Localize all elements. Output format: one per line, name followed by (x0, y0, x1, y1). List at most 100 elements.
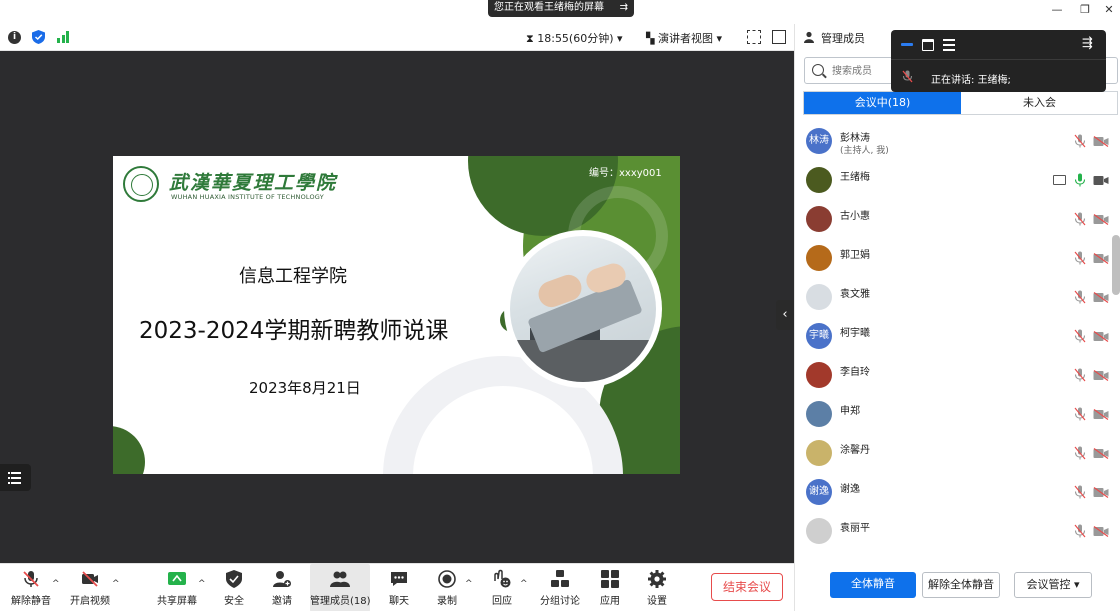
mic-off-icon[interactable] (1074, 134, 1086, 148)
mic-off-icon[interactable] (1074, 251, 1086, 265)
record-button[interactable]: 录制 (432, 564, 462, 611)
info-icon[interactable]: i (8, 31, 21, 44)
unmute-button[interactable]: 解除静音 (8, 564, 54, 611)
settings-label: 设置 (647, 596, 667, 607)
meeting-control-button[interactable]: 会议管控 ▾ (1014, 572, 1092, 598)
minimize-button[interactable]: — (1049, 3, 1065, 16)
scrollbar[interactable] (1112, 235, 1120, 295)
hourglass-icon: ⧗ (526, 32, 534, 45)
apps-button[interactable]: 应用 (595, 564, 625, 611)
sidebar-toggle-icon[interactable] (772, 30, 786, 44)
camera-on-icon[interactable] (1093, 175, 1109, 186)
member-row[interactable]: 林涛 彭林涛 (主持人, 我) (795, 123, 1120, 162)
school-name-en: WUHAN HUAXIA INSTITUTE OF TECHNOLOGY (171, 193, 324, 201)
list-icon[interactable] (943, 39, 955, 51)
share-banner-text: 您正在观看王绪梅的屏幕 (494, 2, 604, 13)
chat-button[interactable]: 聊天 (384, 564, 414, 611)
chevron-up-icon[interactable]: ^ (198, 579, 206, 589)
camera-off-icon[interactable] (1093, 409, 1109, 420)
mic-off-icon[interactable] (1074, 329, 1086, 343)
start-video-button[interactable]: 开启视频 (66, 564, 114, 611)
reaction-icon (494, 569, 511, 588)
settings-button[interactable]: 设置 (642, 564, 672, 611)
collapse-chevron-icon[interactable]: ‹ (776, 300, 794, 330)
breakout-label: 分组讨论 (540, 596, 580, 607)
tab-in-meeting[interactable]: 会议中(18) (804, 92, 961, 114)
security-button[interactable]: 安全 (218, 564, 250, 611)
camera-off-icon[interactable] (1093, 292, 1109, 303)
camera-off-icon[interactable] (1093, 526, 1109, 537)
tab-not-joined[interactable]: 未入会 (961, 92, 1118, 114)
mic-on-icon[interactable] (1074, 173, 1086, 187)
list-menu-icon[interactable] (0, 464, 31, 491)
slide-photo (504, 230, 662, 388)
share-screen-label: 共享屏幕 (157, 596, 197, 607)
mic-off-icon[interactable] (1074, 485, 1086, 499)
manage-members-button[interactable]: 管理成员(18) (310, 564, 371, 611)
avatar: 宇曦 (806, 323, 832, 349)
mic-off-icon[interactable] (1074, 524, 1086, 538)
camera-off-icon[interactable] (1093, 370, 1109, 381)
unmute-all-button[interactable]: 解除全体静音 (922, 572, 1000, 598)
speaking-name: 王绪梅; (977, 75, 1011, 86)
meeting-timer[interactable]: ⧗ 18:55(60分钟) ▾ (526, 30, 623, 46)
invite-label: 邀请 (272, 596, 292, 607)
member-row[interactable]: 谢逸 谢逸 (795, 474, 1120, 513)
minimize-icon[interactable] (901, 43, 913, 46)
chevron-up-icon[interactable]: ^ (52, 579, 60, 589)
avatar (806, 362, 832, 388)
invite-button[interactable]: 邀请 (266, 564, 298, 611)
view-mode-selector[interactable]: ▚ 演讲者视图 ▾ (646, 30, 722, 46)
mic-off-icon[interactable] (1074, 290, 1086, 304)
mute-all-button[interactable]: 全体静音 (830, 572, 916, 598)
camera-off-icon[interactable] (1093, 253, 1109, 264)
avatar (806, 440, 832, 466)
member-row[interactable]: 申郑 (795, 396, 1120, 435)
breakout-icon (551, 570, 569, 587)
member-name: 王绪梅 (840, 172, 870, 183)
mic-off-icon[interactable] (1074, 212, 1086, 226)
breakout-button[interactable]: 分组讨论 (537, 564, 583, 611)
member-row[interactable]: 袁丽平 (795, 513, 1120, 552)
chevron-up-icon[interactable]: ^ (520, 579, 528, 589)
chevron-up-icon[interactable]: ^ (465, 579, 473, 589)
member-row[interactable]: 古小惠 (795, 201, 1120, 240)
window-icon[interactable] (922, 39, 934, 51)
camera-off-icon[interactable] (1093, 448, 1109, 459)
member-row[interactable]: 王绪梅 (795, 162, 1120, 201)
mic-off-icon[interactable] (1074, 446, 1086, 460)
share-screen-button[interactable]: 共享屏幕 (154, 564, 200, 611)
camera-off-icon[interactable] (1093, 214, 1109, 225)
slide-decor-circle (113, 426, 145, 474)
chevron-up-icon[interactable]: ^ (112, 579, 120, 589)
member-row[interactable]: 李自玲 (795, 357, 1120, 396)
share-banner[interactable]: 您正在观看王绪梅的屏幕 ⇉ (488, 0, 634, 17)
chat-label: 聊天 (389, 596, 409, 607)
add-user-icon (273, 571, 291, 587)
fullscreen-icon[interactable] (747, 30, 761, 44)
camera-off-icon[interactable] (1093, 136, 1109, 147)
camera-off-icon[interactable] (1093, 487, 1109, 498)
member-row[interactable]: 郭卫娟 (795, 240, 1120, 279)
signal-icon[interactable] (57, 31, 71, 43)
member-row[interactable]: 宇曦 柯宇曦 (795, 318, 1120, 357)
member-name: 袁文雅 (840, 289, 870, 300)
gear-icon (648, 570, 666, 588)
mic-off-icon[interactable] (1074, 407, 1086, 421)
end-meeting-button[interactable]: 结束会议 (711, 573, 783, 601)
reactions-label: 回应 (492, 596, 512, 607)
chevron-down-icon: ▾ (617, 32, 623, 45)
member-row[interactable]: 袁文雅 (795, 279, 1120, 318)
member-row[interactable]: 涂馨丹 (795, 435, 1120, 474)
start-video-label: 开启视频 (70, 596, 110, 607)
video-stage: 武漢華夏理工學院 WUHAN HUAXIA INSTITUTE OF TECHN… (0, 51, 794, 563)
camera-off-icon[interactable] (1093, 331, 1109, 342)
close-button[interactable]: ✕ (1101, 3, 1117, 16)
chat-icon (391, 572, 407, 586)
reactions-button[interactable]: 回应 (487, 564, 517, 611)
shield-icon[interactable] (32, 30, 45, 44)
avatar (806, 245, 832, 271)
mic-off-icon[interactable] (1074, 368, 1086, 382)
restore-button[interactable]: ❐ (1077, 3, 1093, 16)
collapse-list-icon[interactable]: ⇶ (1082, 36, 1093, 51)
